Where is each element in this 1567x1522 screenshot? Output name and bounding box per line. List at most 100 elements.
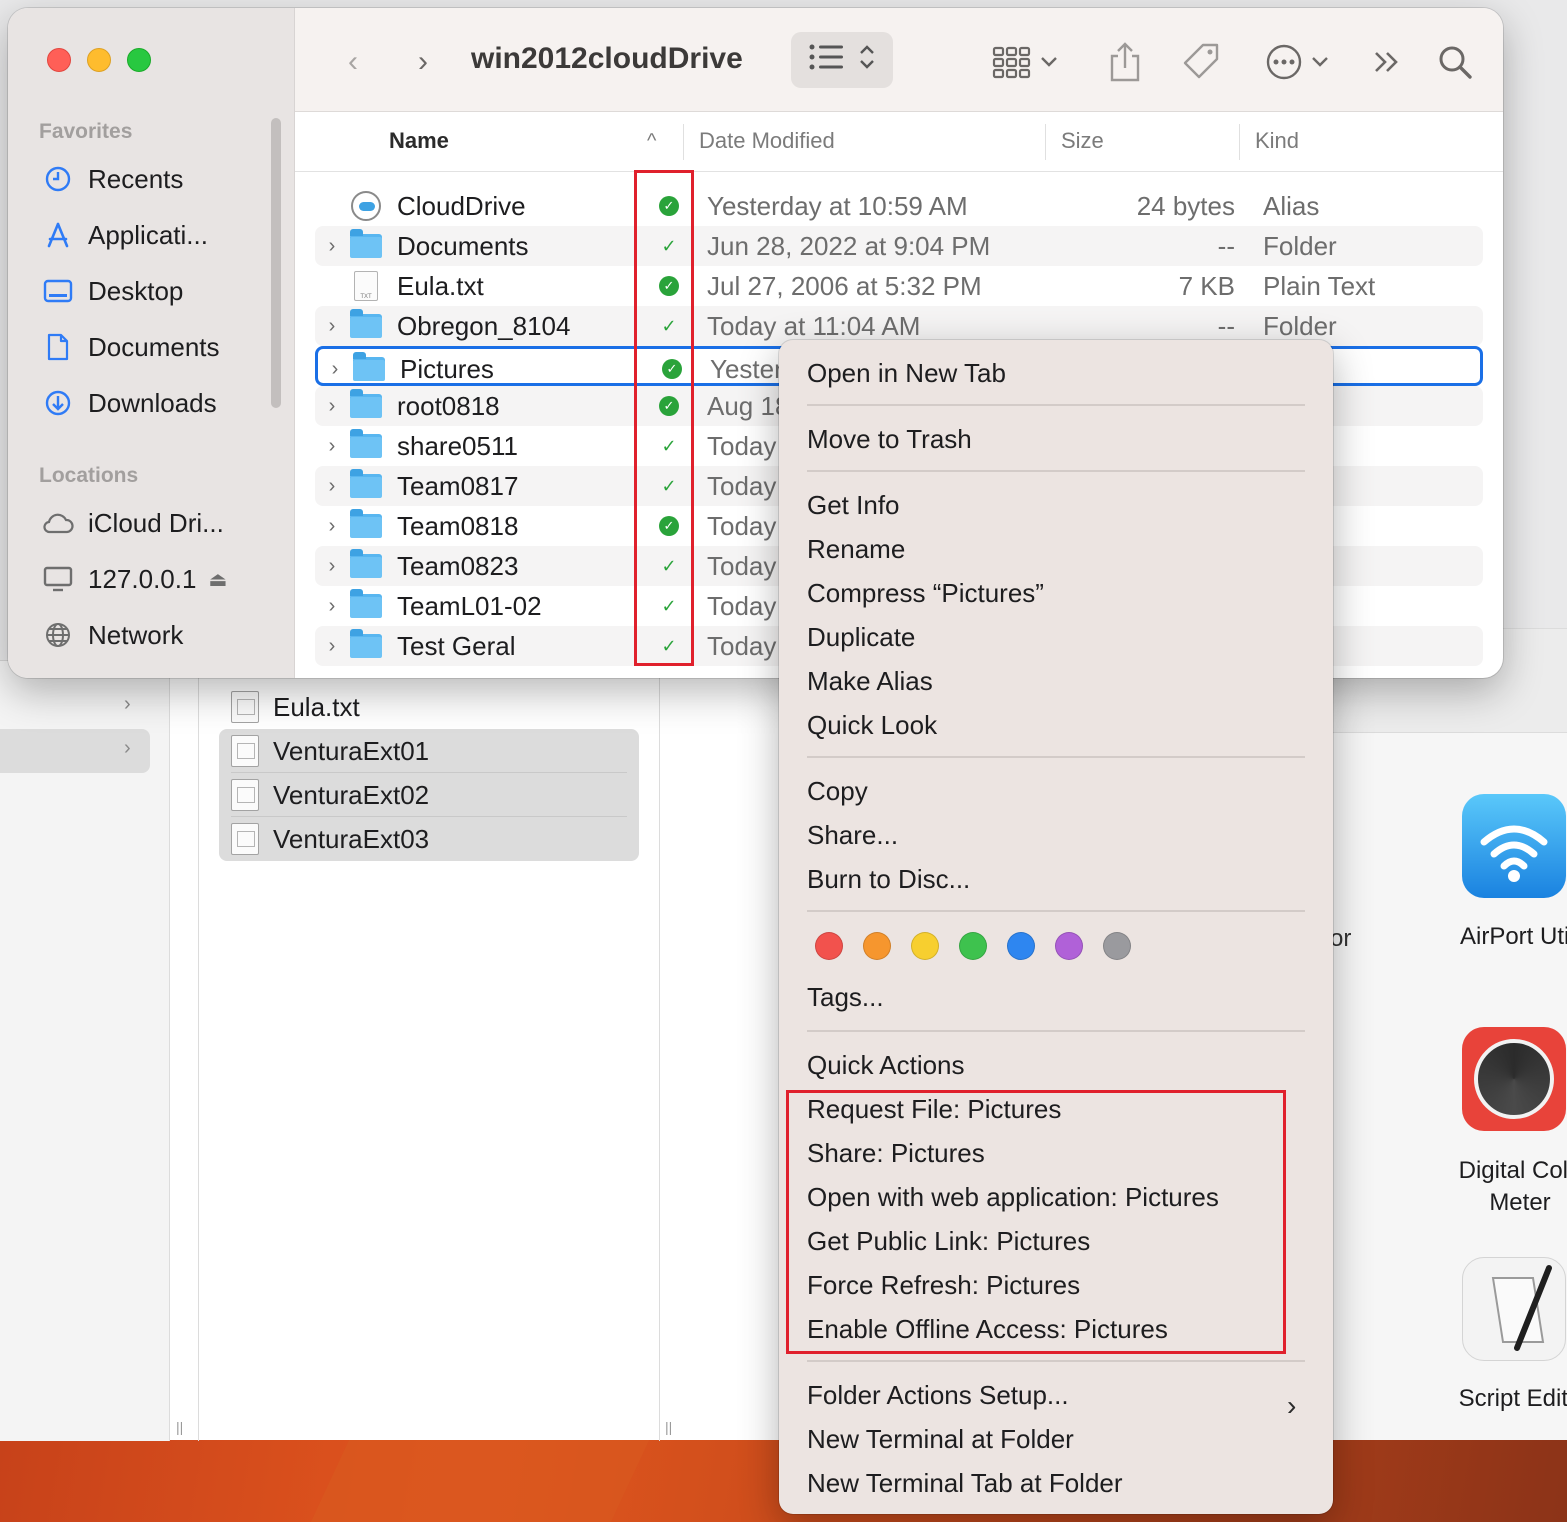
search-button[interactable] [1435,38,1475,86]
list-view-icon [809,44,845,77]
sidebar-item-documents[interactable]: Documents [42,327,220,367]
sidebar-item-recents[interactable]: Recents [42,159,183,199]
tag-color-swatch[interactable] [815,932,843,960]
menu-item-rename[interactable]: Rename [807,529,905,569]
chevron-down-icon [1312,57,1328,67]
column-header-size[interactable]: Size [1061,128,1104,154]
menu-separator [807,910,1305,912]
menu-item-share[interactable]: Share... [807,815,898,855]
tag-color-swatch[interactable] [1055,932,1083,960]
tag-color-swatch[interactable] [1007,932,1035,960]
column-header-name[interactable]: Name [389,128,449,154]
menu-item-open-in-new-tab[interactable]: Open in New Tab [807,353,1006,393]
list-item[interactable]: VenturaExt01 [231,729,429,773]
disclosure-triangle[interactable]: › [321,586,343,626]
share-button[interactable] [1105,38,1145,86]
tag-color-swatch[interactable] [911,932,939,960]
file-name: root0818 [397,390,500,421]
close-window-button[interactable] [47,48,71,72]
sidebar-scrollbar[interactable] [271,118,281,408]
sidebar-item-desktop[interactable]: Desktop [42,271,183,311]
disk-image-icon [231,735,259,767]
disk-image-icon [231,779,259,811]
file-name: Eula.txt [397,270,484,301]
share-icon [1110,42,1140,82]
file-name: Pictures [400,353,494,384]
disclosure-triangle[interactable]: › [324,349,346,389]
disclosure-triangle[interactable]: › [321,546,343,586]
date-modified: Today [707,590,777,621]
sidebar-item-icloud-drive[interactable]: iCloud Dri... [42,503,224,543]
tag-color-swatch[interactable] [863,932,891,960]
folder-icon [350,429,382,458]
sidebar-item-applications[interactable]: Applicati... [42,215,208,255]
eject-icon[interactable]: ⏏ [208,567,227,592]
list-item[interactable]: VenturaExt02 [231,773,429,817]
menu-item-folder-actions-setup[interactable]: Folder Actions Setup... [807,1375,1069,1415]
menu-item-quick-look[interactable]: Quick Look [807,705,937,745]
digital-color-meter-icon[interactable] [1462,1027,1566,1131]
menu-item-new-terminal-tab-at-folder[interactable]: New Terminal Tab at Folder [807,1463,1123,1503]
disclosure-triangle[interactable]: › [321,506,343,546]
folder-icon [353,352,385,381]
chevron-right-icon: › [124,737,131,759]
sidebar-item-network[interactable]: Network [42,615,183,655]
disclosure-triangle[interactable]: › [321,226,343,266]
zoom-window-button[interactable] [127,48,151,72]
tag-button[interactable] [1179,38,1223,86]
menu-item-tags[interactable]: Tags... [807,977,884,1017]
file-kind: Folder [1263,230,1337,261]
menu-item-quick-actions[interactable]: Quick Actions [807,1045,965,1085]
disk-image-icon [231,823,259,855]
column-resize-handle[interactable]: || [176,1419,183,1435]
menu-item-new-terminal-at-folder[interactable]: New Terminal at Folder [807,1419,1074,1459]
list-item[interactable]: VenturaExt03 [231,817,429,861]
menu-item-burn-to-disc[interactable]: Burn to Disc... [807,859,970,899]
file-name: Test Geral [397,630,516,661]
table-row[interactable]: TXT Eula.txt ✓ Jul 27, 2006 at 5:32 PM 7 KB P… [315,266,1483,306]
ellipsis-circle-icon [1266,44,1302,80]
disclosure-triangle[interactable]: › [321,306,343,346]
display-icon [42,563,74,595]
file-name: share0511 [397,430,518,461]
toolbar-overflow-button[interactable] [1369,38,1405,86]
column-resize-handle[interactable]: || [665,1419,672,1435]
chevron-updown-icon [859,44,875,77]
sync-status-highlight [634,170,694,666]
file-kind: Alias [1263,190,1320,221]
disclosure-triangle[interactable]: › [321,626,343,666]
table-row[interactable]: › Documents ✓ Jun 28, 2022 at 9:04 PM -- Fold… [315,226,1483,266]
sidebar-item-server[interactable]: 127.0.0.1 ⏏ [42,559,227,599]
sidebar-item-downloads[interactable]: Downloads [42,383,217,423]
minimize-window-button[interactable] [87,48,111,72]
view-mode-selector[interactable] [791,32,893,88]
menu-item-make-alias[interactable]: Make Alias [807,661,933,701]
menu-item-duplicate[interactable]: Duplicate [807,617,915,657]
menu-item-move-to-trash[interactable]: Move to Trash [807,419,972,459]
tag-color-swatch[interactable] [1103,932,1131,960]
airport-utility-icon[interactable] [1462,794,1566,898]
date-modified: Jul 27, 2006 at 5:32 PM [707,270,982,301]
action-menu-button[interactable] [1259,38,1335,86]
forward-button[interactable]: › [405,38,441,86]
menu-item-copy[interactable]: Copy [807,771,868,811]
sidebar-section-favorites: Favorites [39,120,133,143]
tag-color-swatch[interactable] [959,932,987,960]
script-editor-icon[interactable] [1462,1257,1566,1361]
table-row[interactable]: CloudDrive ✓ Yesterday at 10:59 AM 24 bytes… [315,186,1483,226]
background-utilities-window: or AirPort Utili Digital Colo Meter Scri… [1330,628,1567,1440]
applications-icon [42,219,74,251]
disclosure-triangle[interactable]: › [321,386,343,426]
date-modified: Today [707,550,777,581]
column-header-kind[interactable]: Kind [1255,128,1299,154]
back-button[interactable]: ‹ [335,38,371,86]
file-name: Documents [397,230,529,261]
disclosure-triangle[interactable]: › [321,426,343,466]
group-by-button[interactable] [985,38,1065,86]
list-item[interactable]: Eula.txt [231,685,360,729]
menu-item-compress-pictures[interactable]: Compress “Pictures” [807,573,1044,613]
disclosure-triangle[interactable]: › [321,466,343,506]
column-header-date-modified[interactable]: Date Modified [699,128,835,154]
menu-item-get-info[interactable]: Get Info [807,485,900,525]
file-size: 24 bytes [1136,190,1235,221]
